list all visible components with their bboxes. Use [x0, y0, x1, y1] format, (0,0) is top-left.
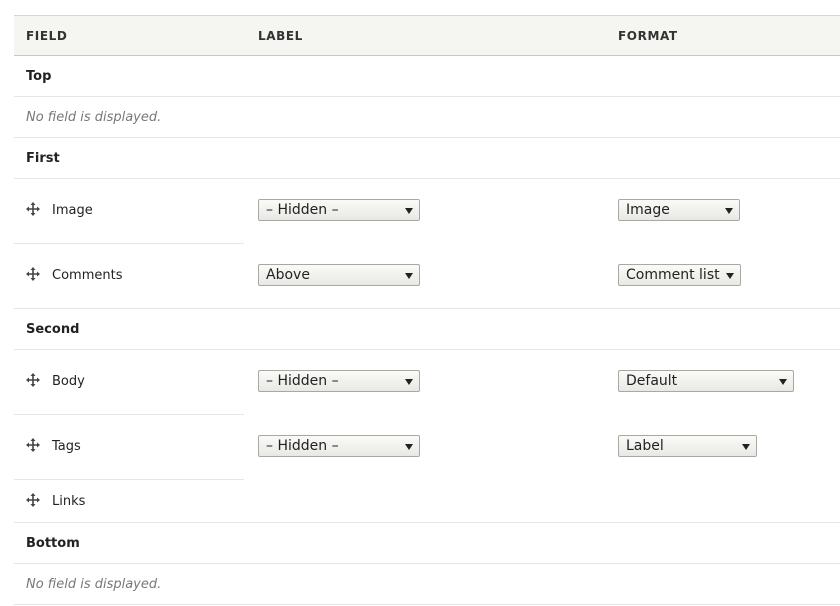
- field-name: Tags: [52, 439, 81, 454]
- field-row-links: Links: [14, 480, 840, 523]
- format-select[interactable]: Label: [618, 435, 757, 457]
- region-top: Top: [14, 56, 840, 97]
- selected-value: – Hidden –: [266, 438, 339, 454]
- field-display-table: FIELD LABEL FORMAT Top No field is displ…: [14, 15, 840, 605]
- region-first: First: [14, 138, 840, 179]
- field-row-body: Body – Hidden – Default: [14, 350, 840, 415]
- drag-handle-icon[interactable]: [26, 267, 40, 281]
- column-header-field: FIELD: [26, 29, 68, 43]
- field-name: Image: [52, 203, 93, 218]
- selected-value: Label: [626, 438, 664, 454]
- format-select[interactable]: Image: [618, 199, 740, 221]
- chevron-down-icon: [779, 379, 787, 385]
- field-row-tags: Tags – Hidden – Label: [14, 415, 840, 480]
- empty-message: No field is displayed.: [26, 577, 162, 592]
- selected-value: – Hidden –: [266, 373, 339, 389]
- chevron-down-icon: [405, 379, 413, 385]
- column-header-format: FORMAT: [618, 29, 678, 43]
- label-select[interactable]: – Hidden –: [258, 199, 420, 221]
- region-title: Second: [26, 322, 80, 337]
- chevron-down-icon: [726, 273, 734, 279]
- label-select[interactable]: Above: [258, 264, 420, 286]
- selected-value: Image: [626, 202, 670, 218]
- region-second: Second: [14, 309, 840, 350]
- label-select[interactable]: – Hidden –: [258, 435, 420, 457]
- region-title: Top: [26, 69, 52, 84]
- region-title: First: [26, 151, 60, 166]
- drag-handle-icon[interactable]: [26, 493, 40, 507]
- format-select[interactable]: Comment list: [618, 264, 741, 286]
- chevron-down-icon: [405, 273, 413, 279]
- region-title: Bottom: [26, 536, 80, 551]
- field-row-comments: Comments Above Comment list: [14, 244, 840, 309]
- chevron-down-icon: [405, 208, 413, 214]
- region-top-empty: No field is displayed.: [14, 97, 840, 138]
- drag-handle-icon[interactable]: [26, 438, 40, 452]
- column-header-label: LABEL: [258, 29, 303, 43]
- format-select[interactable]: Default: [618, 370, 794, 392]
- chevron-down-icon: [725, 208, 733, 214]
- drag-handle-icon[interactable]: [26, 373, 40, 387]
- chevron-down-icon: [405, 444, 413, 450]
- region-bottom: Bottom: [14, 523, 840, 564]
- region-bottom-empty: No field is displayed.: [14, 564, 840, 605]
- drag-handle-icon[interactable]: [26, 202, 40, 216]
- field-name: Body: [52, 374, 85, 389]
- selected-value: Above: [266, 267, 310, 283]
- chevron-down-icon: [742, 444, 750, 450]
- table-header: FIELD LABEL FORMAT: [14, 15, 840, 56]
- selected-value: Comment list: [626, 267, 720, 283]
- field-row-image: Image – Hidden – Image: [14, 179, 840, 244]
- label-select[interactable]: – Hidden –: [258, 370, 420, 392]
- field-name: Links: [52, 494, 86, 509]
- empty-message: No field is displayed.: [26, 110, 162, 125]
- field-name: Comments: [52, 268, 123, 283]
- selected-value: – Hidden –: [266, 202, 339, 218]
- selected-value: Default: [626, 373, 678, 389]
